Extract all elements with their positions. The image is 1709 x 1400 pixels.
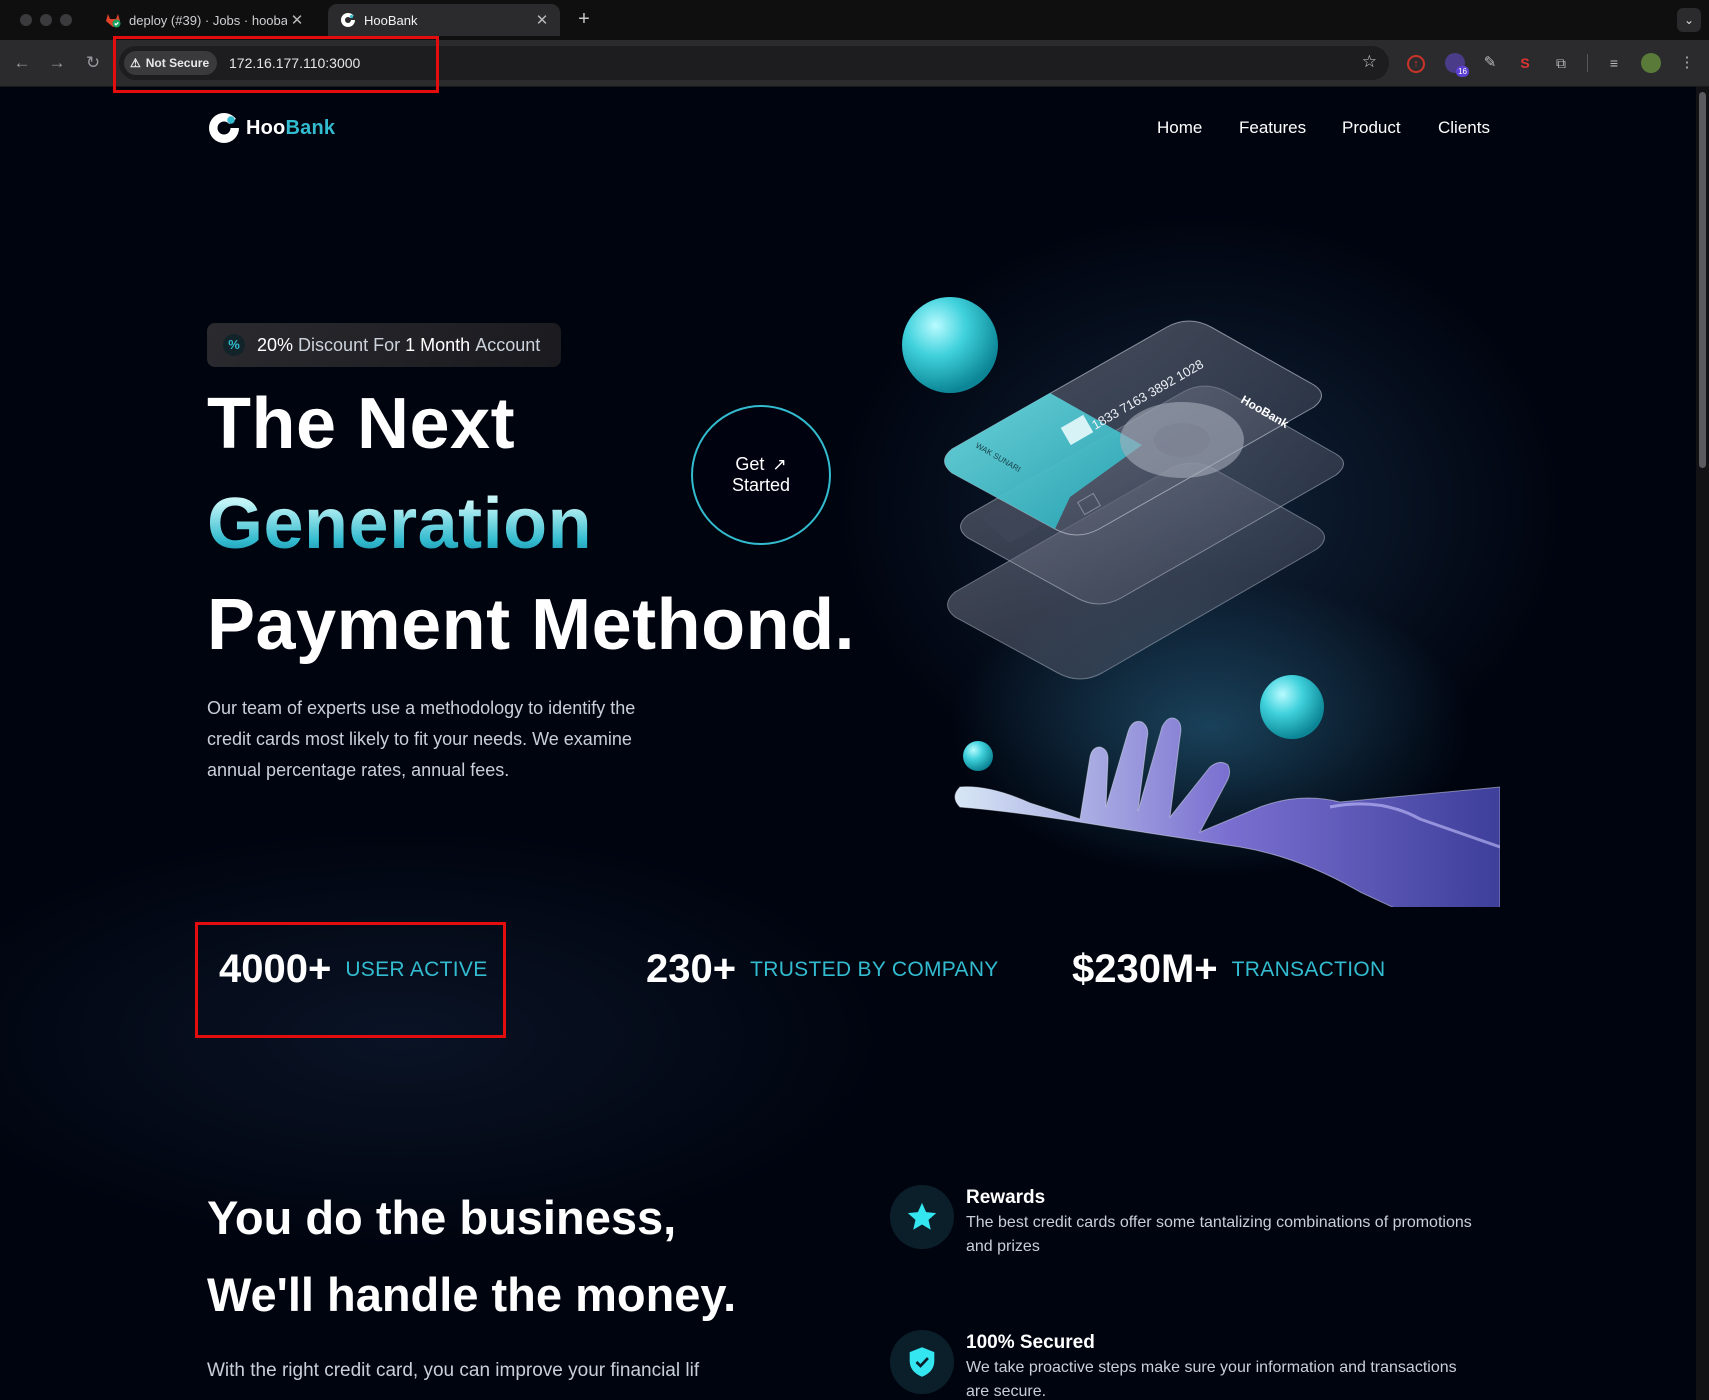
profile-avatar[interactable] bbox=[1641, 53, 1661, 73]
nav-clients[interactable]: Clients bbox=[1438, 118, 1490, 138]
nav-home[interactable]: Home bbox=[1157, 118, 1202, 138]
browser-tab-bar: deploy (#39) · Jobs · hoobank ✕ HooBank … bbox=[0, 0, 1709, 40]
promo-percent: 20% bbox=[257, 334, 294, 355]
orb-medium bbox=[1260, 675, 1324, 739]
address-bar[interactable]: ⚠ Not Secure 172.16.177.110:3000 ☆ bbox=[119, 46, 1389, 80]
logo-text: HooBank bbox=[246, 116, 336, 139]
shield-icon bbox=[890, 1330, 954, 1394]
extension-profile-icon[interactable]: 16 bbox=[1445, 53, 1469, 77]
hero-illustration: 1833 7163 3892 1028 WAK SUNARI HooBank bbox=[902, 297, 1500, 907]
discount-badge: % 20% Discount For 1 Month Account bbox=[207, 323, 561, 367]
close-tab-icon[interactable]: ✕ bbox=[532, 11, 552, 29]
feature-rewards: Rewards The best credit cards offer some… bbox=[890, 1185, 1480, 1259]
stat-companies: 230+ TRUSTED BY COMPANY bbox=[646, 947, 999, 992]
business-paragraph: With the right credit card, you can impr… bbox=[207, 1360, 700, 1381]
stats-row: 4000+ USER ACTIVE 230+ TRUSTED BY COMPAN… bbox=[0, 947, 1696, 1027]
reload-icon[interactable]: ↻ bbox=[81, 51, 105, 75]
hoobank-logo[interactable]: HooBank bbox=[207, 111, 335, 145]
promo-month: Month bbox=[420, 334, 471, 355]
nav-product[interactable]: Product bbox=[1342, 118, 1401, 138]
window-close-dot[interactable] bbox=[20, 14, 32, 26]
url-text[interactable]: 172.16.177.110:3000 bbox=[229, 55, 360, 71]
hero-heading-line2: Generation bbox=[207, 484, 593, 564]
tab-title: HooBank bbox=[364, 12, 418, 28]
browser-toolbar: ← → ↻ ⚠ Not Secure 172.16.177.110:3000 ☆… bbox=[0, 40, 1709, 87]
scrollbar-thumb[interactable] bbox=[1699, 92, 1706, 468]
hero-heading-line1: The Next bbox=[207, 384, 516, 464]
get-started-label-line2: Started bbox=[731, 475, 791, 495]
promo-text: Discount For bbox=[298, 334, 401, 355]
business-heading-line2: We'll handle the money. bbox=[207, 1268, 737, 1321]
tab-deploy-jobs[interactable]: deploy (#39) · Jobs · hoobank ✕ bbox=[93, 4, 315, 36]
get-started-label-line1: Get bbox=[735, 454, 765, 474]
toolbar-divider bbox=[1587, 54, 1588, 72]
stat-transactions: $230M+ TRANSACTION bbox=[1072, 947, 1385, 992]
arrow-up-right-icon: ↗ bbox=[772, 454, 787, 474]
extension-upload-icon[interactable]: ↑ bbox=[1407, 55, 1425, 73]
browser-menu-icon[interactable]: ⋮ bbox=[1677, 53, 1697, 73]
orb-large bbox=[902, 297, 998, 393]
business-heading-line1: You do the business, bbox=[207, 1191, 677, 1244]
feature-title: Rewards bbox=[966, 1187, 1046, 1208]
orb-small bbox=[963, 741, 993, 771]
tab-title: deploy (#39) · Jobs · hoobank bbox=[129, 12, 287, 28]
hero-heading-line3: Payment Methond. bbox=[207, 585, 856, 665]
star-icon bbox=[890, 1185, 954, 1249]
logo-mark-icon bbox=[209, 113, 241, 143]
stat-label: TRUSTED BY COMPANY bbox=[750, 957, 999, 981]
forward-arrow-icon[interactable]: → bbox=[45, 51, 69, 75]
extension-badge: 16 bbox=[1456, 66, 1469, 77]
stat-value: $230M+ bbox=[1072, 947, 1218, 991]
warning-triangle-icon: ⚠ bbox=[130, 56, 141, 70]
feature-description: We take proactive steps make sure your i… bbox=[966, 1359, 1457, 1400]
stat-users: 4000+ USER ACTIVE bbox=[219, 947, 488, 992]
hoobank-favicon-icon bbox=[341, 13, 356, 27]
page-viewport: HooBank Home Features Product Clients % … bbox=[0, 87, 1696, 1400]
stat-value: 230+ bbox=[646, 947, 737, 991]
reading-list-icon[interactable]: ≡ bbox=[1604, 53, 1624, 73]
feature-description: The best credit cards offer some tantali… bbox=[966, 1214, 1472, 1255]
close-tab-icon[interactable]: ✕ bbox=[287, 11, 307, 29]
feature-title: 100% Secured bbox=[966, 1332, 1095, 1353]
tab-search-chevron-icon[interactable]: ⌄ bbox=[1677, 8, 1701, 32]
stat-value: 4000+ bbox=[219, 947, 332, 991]
window-zoom-dot[interactable] bbox=[60, 14, 72, 26]
page-scrollbar[interactable] bbox=[1696, 87, 1709, 1400]
get-started-button[interactable]: Get ↗ Started bbox=[691, 405, 831, 545]
stat-label: USER ACTIVE bbox=[345, 957, 488, 981]
bookmark-star-icon[interactable]: ☆ bbox=[1362, 52, 1377, 72]
feature-secured: 100% Secured We take proactive steps mak… bbox=[890, 1330, 1480, 1400]
promo-number: 1 bbox=[405, 334, 416, 355]
puzzle-extensions-icon[interactable]: ⧉ bbox=[1551, 53, 1571, 73]
security-indicator[interactable]: ⚠ Not Secure bbox=[124, 51, 218, 75]
extension-s-icon[interactable]: S bbox=[1515, 53, 1535, 73]
hero-paragraph: Our team of experts use a methodology to… bbox=[207, 698, 636, 780]
new-tab-button[interactable]: + bbox=[572, 8, 596, 31]
back-arrow-icon[interactable]: ← bbox=[10, 51, 34, 75]
window-minimize-dot[interactable] bbox=[40, 14, 52, 26]
tab-hoobank[interactable]: HooBank ✕ bbox=[328, 4, 560, 36]
stat-label: TRANSACTION bbox=[1231, 957, 1386, 981]
gitlab-icon bbox=[106, 14, 121, 28]
promo-account: Account bbox=[475, 334, 541, 355]
nav-features[interactable]: Features bbox=[1239, 118, 1306, 138]
eyedropper-icon[interactable]: ✎ bbox=[1480, 53, 1500, 73]
discount-icon: % bbox=[223, 334, 245, 356]
security-label: Not Secure bbox=[145, 56, 210, 70]
